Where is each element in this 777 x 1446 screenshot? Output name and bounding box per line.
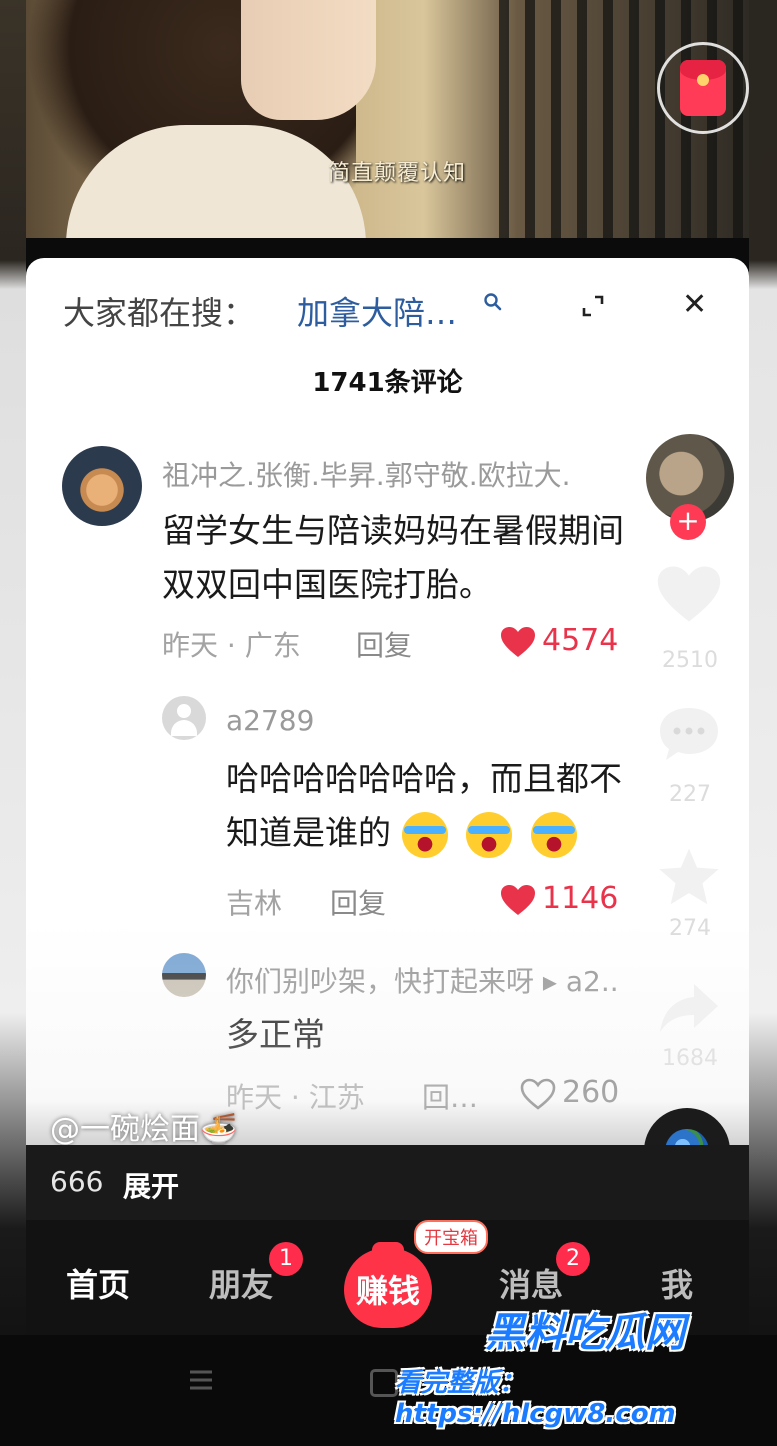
heart-filled-icon[interactable]	[500, 626, 536, 662]
like-count: 1146	[542, 881, 619, 916]
comment-count-title: 1741条评论	[312, 368, 463, 398]
reply-button[interactable]: 回复	[356, 624, 412, 664]
comment-meta: 昨天 · 广东	[162, 629, 301, 662]
messages-badge: 2	[556, 1242, 590, 1276]
left-edge-blur	[0, 0, 26, 1446]
follow-plus-icon[interactable]: +	[670, 504, 706, 540]
heart-icon[interactable]	[656, 564, 722, 630]
comment-text-line: 留学女生与陪读妈妈在暑假期间	[162, 511, 624, 550]
video-figure-face	[241, 0, 376, 120]
recent-apps-icon[interactable]	[188, 1367, 214, 1393]
like-count: 260	[562, 1075, 620, 1110]
expand-icon[interactable]	[581, 294, 605, 318]
comment-username[interactable]: a2789	[226, 704, 314, 737]
comment-text: 留学女生与陪读妈妈在暑假期间 双双回中国医院打胎。	[162, 504, 624, 612]
description-bar: 666 展开	[26, 1145, 749, 1220]
tab-home[interactable]: 首页	[66, 1260, 130, 1306]
comment-text-line: 哈哈哈哈哈哈哈，而且都不	[226, 759, 622, 798]
comment-meta: 昨天 · 江苏	[226, 1081, 365, 1114]
share-arrow-icon[interactable]	[656, 978, 722, 1044]
avatar[interactable]	[162, 953, 206, 997]
red-envelope-icon	[680, 60, 726, 116]
home-button-icon[interactable]	[370, 1369, 398, 1397]
like-count: 4574	[542, 623, 619, 658]
close-icon[interactable]: ✕	[682, 290, 707, 320]
reply-button[interactable]: 回复	[330, 882, 386, 922]
avatar[interactable]	[62, 446, 142, 526]
rail-favorite-count: 274	[669, 916, 711, 941]
red-packet-button[interactable]	[657, 42, 749, 134]
laugh-cry-emoji-icon	[401, 811, 448, 858]
avatar[interactable]	[162, 696, 206, 740]
rail-share-count: 1684	[662, 1046, 718, 1071]
watermark-link: 看完整版：https://hlcgw8.com	[395, 1368, 676, 1429]
rail-like-count: 2510	[662, 648, 718, 673]
right-edge-blur	[749, 0, 777, 1446]
comment-username[interactable]: 祖冲之.张衡.毕昇.郭守敬.欧拉大.	[162, 454, 571, 494]
watermark-brand: 黑料吃瓜网	[485, 1310, 685, 1356]
video-subtitle: 简直颠覆认知	[328, 161, 467, 186]
comment-bubble-icon[interactable]	[656, 704, 722, 770]
video-author-name[interactable]: @一碗烩面🍜	[50, 1104, 237, 1148]
search-icon[interactable]	[483, 292, 503, 317]
expand-description-button[interactable]: 展开	[123, 1165, 179, 1205]
rail-comment-count: 227	[669, 782, 711, 807]
laugh-cry-emoji-icon	[466, 811, 512, 858]
comment-text-line: 双双回中国医院打胎。	[162, 565, 492, 604]
comment-text-line: 多正常	[226, 1015, 325, 1054]
description-text: 666	[50, 1165, 104, 1198]
tab-friends[interactable]: 朋友	[209, 1260, 273, 1306]
treasure-box-tag[interactable]: 开宝箱	[414, 1220, 488, 1254]
video-player[interactable]: 简直颠覆认知	[26, 0, 749, 238]
comment-text-line-with-emoji: 知道是谁的	[226, 806, 622, 860]
search-suggestion-prefix: 大家都在搜：	[63, 294, 256, 332]
friends-badge: 1	[269, 1242, 303, 1276]
tab-earn[interactable]: 赚钱	[344, 1242, 432, 1328]
search-suggestion-link[interactable]: 加拿大陪…	[297, 288, 457, 334]
laugh-cry-emoji-icon	[530, 811, 577, 858]
comment-username[interactable]: 你们别吵架，快打起来呀 ▸ a2..	[226, 960, 619, 1000]
star-icon[interactable]	[656, 846, 722, 912]
comment-text-line: 知道是谁的	[226, 813, 391, 852]
comment-meta: 吉林	[226, 887, 283, 920]
comment-text: 哈哈哈哈哈哈哈，而且都不 知道是谁的	[226, 752, 622, 860]
heart-outline-icon[interactable]	[520, 1078, 556, 1114]
comment-sheet: 大家都在搜： 加拿大陪… ✕ 1741条评论 祖冲之.张衡.毕昇.郭守敬.欧拉大…	[26, 258, 749, 1220]
reply-button[interactable]: 回…	[422, 1076, 478, 1116]
heart-filled-icon[interactable]	[500, 884, 536, 920]
comment-text: 多正常	[226, 1008, 325, 1062]
